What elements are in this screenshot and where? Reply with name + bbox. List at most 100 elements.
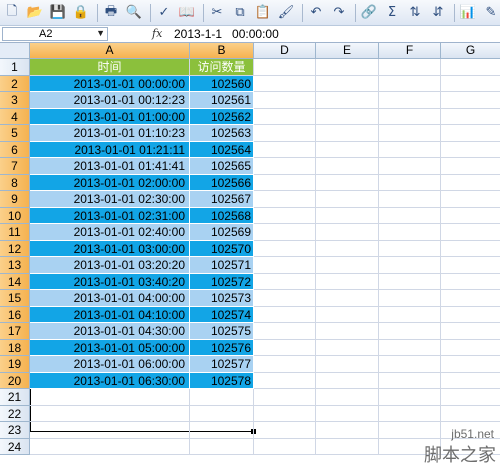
empty-cell[interactable] [316, 174, 379, 191]
visit-count-cell[interactable]: 102563 [190, 125, 254, 142]
empty-cell[interactable] [441, 158, 500, 175]
empty-cell[interactable] [379, 273, 441, 290]
empty-cell[interactable] [441, 191, 500, 208]
empty-cell[interactable] [316, 323, 379, 340]
empty-cell[interactable] [254, 75, 316, 92]
empty-cell[interactable] [30, 405, 190, 422]
empty-cell[interactable] [316, 191, 379, 208]
empty-cell[interactable] [316, 422, 379, 439]
empty-cell[interactable] [254, 141, 316, 158]
empty-cell[interactable] [254, 438, 316, 455]
visit-count-cell[interactable]: 102568 [190, 207, 254, 224]
row-header-16[interactable]: 16 [0, 306, 30, 323]
empty-cell[interactable] [254, 108, 316, 125]
time-cell[interactable]: 2013-01-01 01:10:23 [30, 125, 190, 142]
empty-cell[interactable] [254, 125, 316, 142]
column-header-d[interactable]: D [254, 43, 316, 59]
time-cell[interactable]: 2013-01-01 03:20:20 [30, 257, 190, 274]
empty-cell[interactable] [254, 158, 316, 175]
formula-input[interactable]: 2013-1-1 00:00:00 [174, 26, 279, 42]
visit-count-cell[interactable]: 102573 [190, 290, 254, 307]
open-folder-icon[interactable]: 📂 [25, 3, 45, 23]
row-header-17[interactable]: 17 [0, 323, 30, 340]
empty-cell[interactable] [316, 257, 379, 274]
empty-cell[interactable] [379, 339, 441, 356]
empty-cell[interactable] [254, 240, 316, 257]
column-header-b[interactable]: B [190, 43, 254, 59]
visit-count-cell[interactable]: 102578 [190, 372, 254, 389]
time-cell[interactable]: 2013-01-01 04:00:00 [30, 290, 190, 307]
empty-cell[interactable] [379, 290, 441, 307]
visit-count-cell[interactable]: 102575 [190, 323, 254, 340]
empty-cell[interactable] [316, 108, 379, 125]
new-document-icon[interactable]: 🗋 [2, 3, 22, 23]
empty-cell[interactable] [441, 406, 500, 422]
empty-cell[interactable] [30, 422, 190, 439]
empty-cell[interactable] [379, 75, 441, 92]
empty-cell[interactable] [254, 290, 316, 307]
empty-cell[interactable] [316, 290, 379, 307]
visit-count-cell[interactable]: 102560 [190, 75, 254, 92]
empty-cell[interactable] [441, 274, 500, 290]
spelling-icon[interactable]: ✓ [154, 3, 174, 23]
empty-cell[interactable] [379, 92, 441, 109]
undo-icon[interactable]: ↶ [306, 3, 326, 23]
visit-count-cell[interactable]: 102566 [190, 174, 254, 191]
empty-cell[interactable] [441, 356, 500, 373]
empty-cell[interactable] [316, 306, 379, 323]
empty-cell[interactable] [254, 306, 316, 323]
empty-cell[interactable] [254, 356, 316, 373]
chevron-down-icon[interactable]: ▼ [96, 27, 105, 39]
time-cell[interactable]: 2013-01-01 04:10:00 [30, 306, 190, 323]
empty-cell[interactable] [254, 257, 316, 274]
empty-cell[interactable] [441, 307, 500, 323]
empty-cell[interactable] [254, 339, 316, 356]
row-header-13[interactable]: 13 [0, 257, 30, 274]
column-header-e[interactable]: E [316, 43, 379, 59]
row-header-21[interactable]: 21 [0, 389, 30, 406]
empty-cell[interactable] [379, 224, 441, 241]
row-header-14[interactable]: 14 [0, 273, 30, 290]
empty-cell[interactable] [441, 175, 500, 191]
empty-cell[interactable] [441, 142, 500, 158]
sort-descending-icon[interactable]: ⇵ [428, 3, 448, 23]
empty-cell[interactable] [316, 125, 379, 142]
empty-cell[interactable] [379, 108, 441, 125]
visit-count-cell[interactable]: 102561 [190, 92, 254, 109]
empty-cell[interactable] [379, 323, 441, 340]
empty-cell[interactable] [379, 257, 441, 274]
empty-cell[interactable] [254, 207, 316, 224]
chart-wizard-icon[interactable]: 📊 [458, 3, 478, 23]
row-header-11[interactable]: 11 [0, 224, 30, 241]
empty-cell[interactable] [316, 356, 379, 373]
row-header-15[interactable]: 15 [0, 290, 30, 307]
print-icon[interactable]: 🖶 [101, 3, 121, 23]
row-header-10[interactable]: 10 [0, 207, 30, 224]
time-cell[interactable]: 2013-01-01 00:12:23 [30, 92, 190, 109]
row-header-9[interactable]: 9 [0, 191, 30, 208]
copy-icon[interactable]: ⧉ [230, 3, 250, 23]
hyperlink-icon[interactable]: 🔗 [359, 3, 379, 23]
empty-cell[interactable] [441, 109, 500, 125]
visit-count-cell[interactable]: 102572 [190, 273, 254, 290]
empty-cell[interactable] [441, 241, 500, 257]
paste-icon[interactable]: 📋 [253, 3, 273, 23]
time-cell[interactable]: 2013-01-01 01:00:00 [30, 108, 190, 125]
time-cell[interactable]: 2013-01-01 00:00:00 [30, 75, 190, 92]
row-header-12[interactable]: 12 [0, 240, 30, 257]
worksheet-grid[interactable]: A B D E F G 1 时间 访问数量 2 2013-01-01 00:00:00 102560 3… [0, 43, 500, 468]
visit-count-cell[interactable]: 102576 [190, 339, 254, 356]
row-header-5[interactable]: 5 [0, 125, 30, 142]
empty-cell[interactable] [254, 323, 316, 340]
visit-count-cell[interactable]: 102571 [190, 257, 254, 274]
empty-cell[interactable] [316, 389, 379, 406]
row-header-18[interactable]: 18 [0, 339, 30, 356]
empty-cell[interactable] [441, 290, 500, 307]
sort-ascending-icon[interactable]: ⇅ [405, 3, 425, 23]
row-header-7[interactable]: 7 [0, 158, 30, 175]
empty-cell[interactable] [316, 207, 379, 224]
empty-cell[interactable] [190, 389, 254, 406]
empty-cell[interactable] [441, 76, 500, 92]
save-icon[interactable]: 💾 [48, 3, 68, 23]
empty-cell[interactable] [254, 389, 316, 406]
